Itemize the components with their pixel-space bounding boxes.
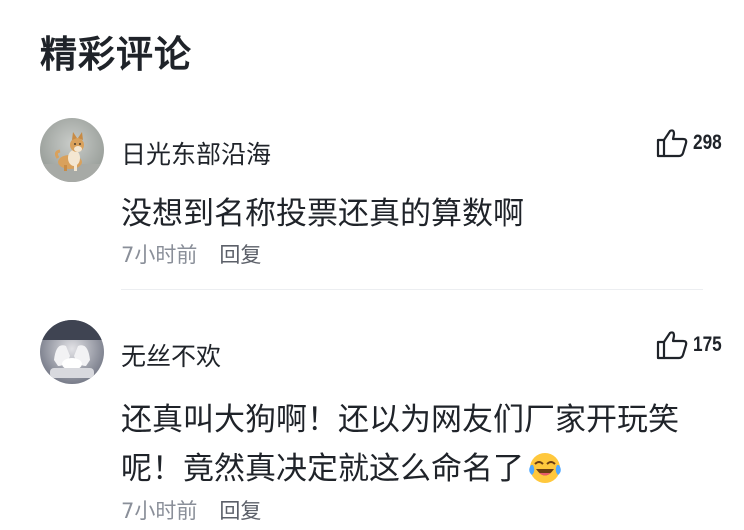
like-count: 298 <box>692 131 722 154</box>
shiba-dog-avatar-icon <box>40 118 104 182</box>
comment-meta: 7小时前 回复 <box>121 495 261 525</box>
comments-page: 精彩评论 日光东部沿海 298 没想到名称投票还真的算数啊 7小时前 回复 无丝… <box>0 0 744 530</box>
like-count: 175 <box>692 333 722 356</box>
comment-text: 还真叫大狗啊！还以为网友们厂家开玩笑呢！竟然真决定就这么命名了 <box>121 396 721 500</box>
comment-text: 没想到名称投票还真的算数啊 <box>121 196 524 232</box>
like-button[interactable]: 298 <box>655 128 722 158</box>
username[interactable]: 日光东部沿海 <box>121 135 271 171</box>
thumbs-up-icon <box>656 331 688 360</box>
like-button[interactable]: 175 <box>655 330 722 360</box>
section-title: 精彩评论 <box>40 33 192 76</box>
hands-avatar-icon <box>40 320 104 384</box>
timestamp: 7小时前 <box>121 499 198 523</box>
comment-meta: 7小时前 回复 <box>121 239 261 269</box>
divider <box>121 289 703 290</box>
username[interactable]: 无丝不欢 <box>121 337 221 373</box>
laugh-cry-emoji-icon <box>528 451 562 500</box>
thumbs-up-icon <box>656 129 688 158</box>
comment-text-content: 还真叫大狗啊！还以为网友们厂家开玩笑呢！竟然真决定就这么命名了 <box>121 402 679 487</box>
avatar[interactable] <box>40 118 104 182</box>
reply-button[interactable]: 回复 <box>219 243 261 267</box>
reply-button[interactable]: 回复 <box>219 499 261 523</box>
avatar[interactable] <box>40 320 104 384</box>
timestamp: 7小时前 <box>121 243 198 267</box>
